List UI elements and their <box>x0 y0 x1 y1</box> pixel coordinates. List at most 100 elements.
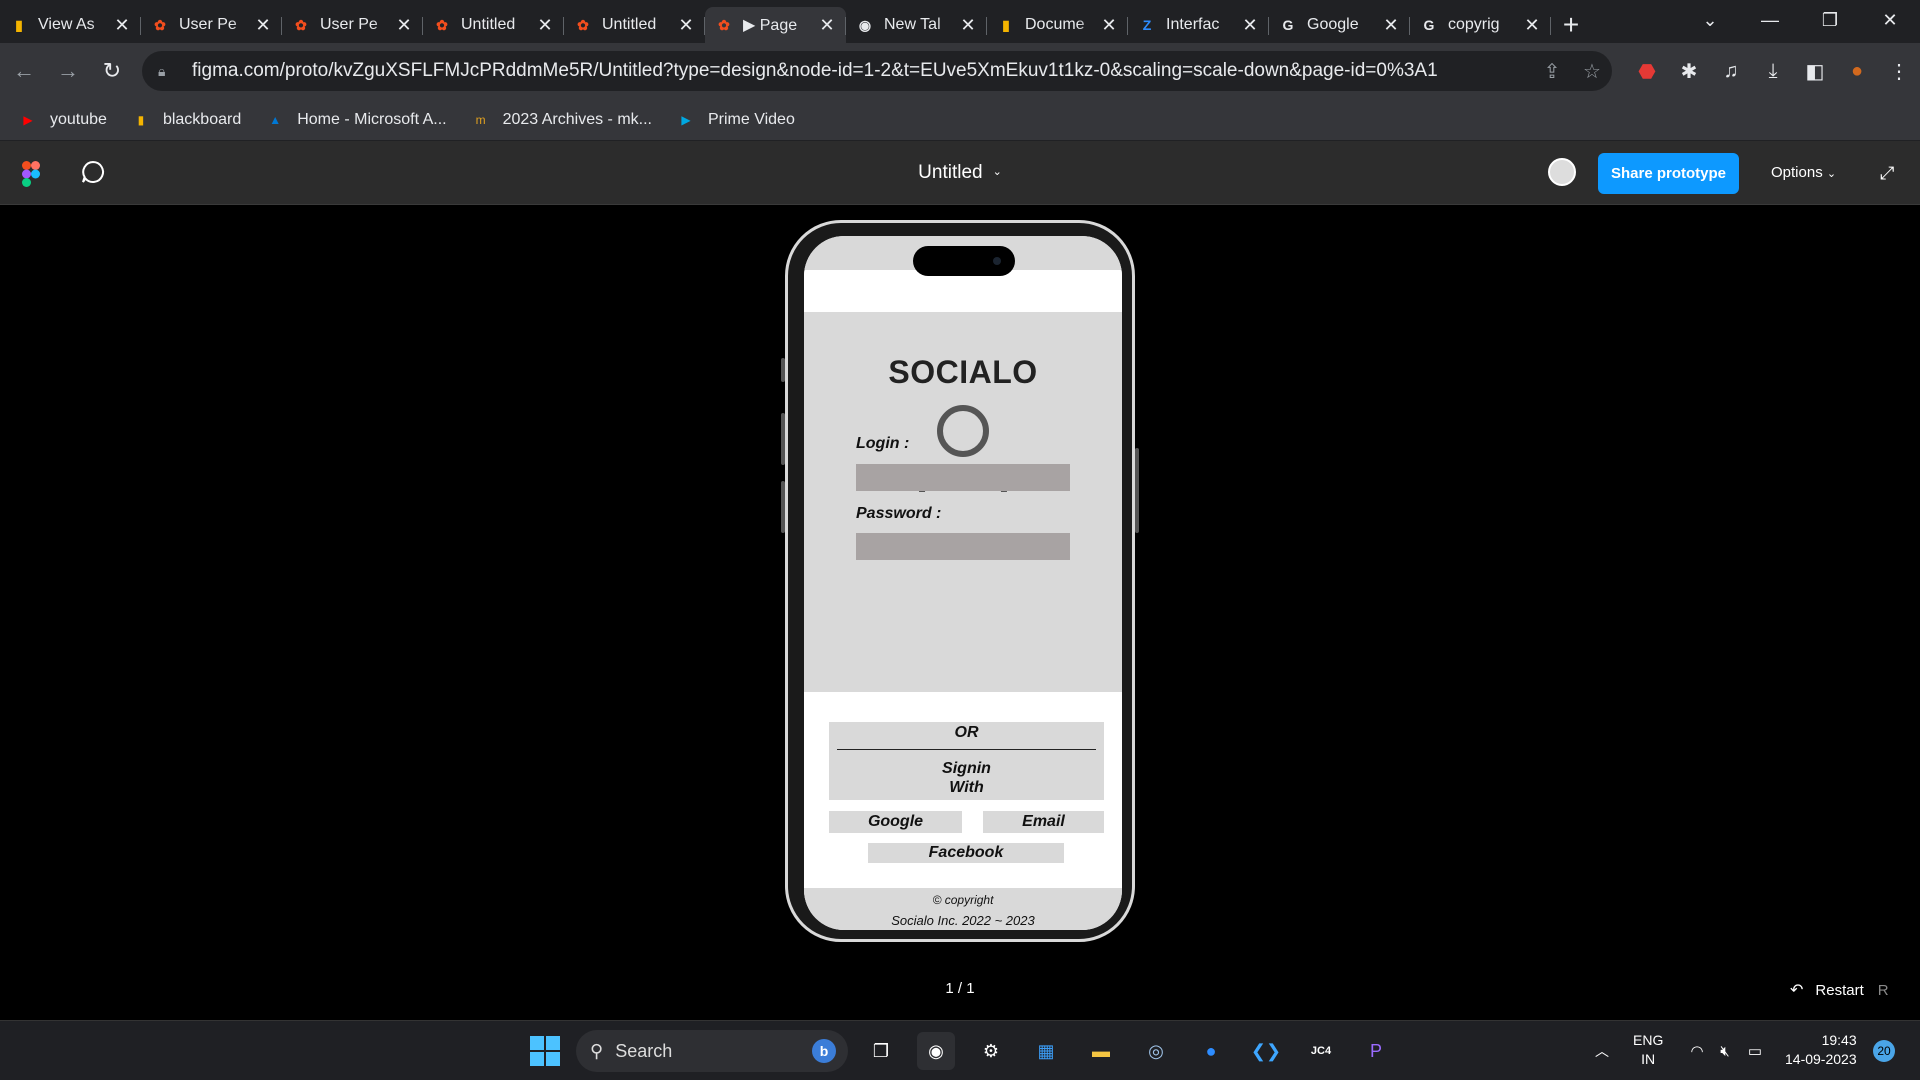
bookmark-blackboard[interactable]: ▮ blackboard <box>131 111 242 129</box>
tab-untitled-1[interactable]: ✿ Untitled ✕ <box>423 7 564 43</box>
file-explorer-icon[interactable]: ▬ <box>1082 1032 1120 1070</box>
date: 14-09-2023 <box>1785 1051 1857 1067</box>
fullscreen-icon[interactable]: ⤢ <box>1880 163 1894 184</box>
close-icon[interactable]: ✕ <box>1382 15 1400 36</box>
bookmark-youtube[interactable]: ▶ youtube <box>18 111 107 129</box>
jc4-app-icon[interactable]: JC4 <box>1302 1032 1340 1070</box>
close-icon[interactable]: ✕ <box>959 15 977 36</box>
steam-icon[interactable]: ◎ <box>1137 1032 1175 1070</box>
brand-title: SOCIALO <box>888 354 1038 390</box>
chevron-up-icon[interactable]: ︿ <box>1583 1032 1621 1070</box>
login-field[interactable] <box>856 464 1070 491</box>
figma-icon: ✿ <box>718 16 730 33</box>
tab-document[interactable]: ▮ Docume ✕ <box>987 7 1128 43</box>
lock-icon[interactable]: 🔒︎ <box>158 63 178 80</box>
side-button <box>1135 448 1139 533</box>
password-field[interactable] <box>856 533 1070 560</box>
minimize-icon[interactable]: — <box>1740 0 1800 40</box>
extensions-area: ⬣ ✱ ♫ ⤓ ◧ ● ⋮ <box>1626 51 1920 91</box>
menu-kebab-icon[interactable]: ⋮ <box>1878 59 1920 84</box>
bookmark-archives[interactable]: m 2023 Archives - mk... <box>471 111 652 129</box>
restart-arrow-icon: ↶ <box>1790 982 1804 999</box>
settings-gear-icon[interactable]: ⚙ <box>972 1032 1010 1070</box>
google-button[interactable]: Google <box>829 811 962 833</box>
adblock-icon[interactable]: ⬣ <box>1626 59 1668 84</box>
zoom-icon[interactable]: ● <box>1192 1032 1230 1070</box>
close-icon[interactable]: ✕ <box>677 15 695 36</box>
side-button <box>781 481 785 533</box>
notification-badge[interactable]: 20 <box>1873 1040 1895 1062</box>
close-icon[interactable]: ✕ <box>1523 15 1541 36</box>
share-icon[interactable]: ⇪ <box>1532 59 1572 84</box>
lang-region: IN <box>1641 1051 1656 1067</box>
side-panel-icon[interactable]: ◧ <box>1794 59 1836 84</box>
bookmark-microsoft[interactable]: ▲ Home - Microsoft A... <box>265 111 446 129</box>
close-icon[interactable]: ✕ <box>1241 15 1259 36</box>
share-prototype-button[interactable]: Share prototype <box>1598 153 1739 194</box>
tab-user-pe-2[interactable]: ✿ User Pe ✕ <box>282 7 423 43</box>
avatar[interactable] <box>1548 158 1576 186</box>
tab-title: User Pe <box>320 16 378 33</box>
prime-video-icon: ▶ <box>681 112 691 127</box>
address-bar[interactable]: 🔒︎ figma.com/proto/kvZguXSFLFMJcPRddmMe5… <box>142 51 1612 91</box>
forward-icon[interactable]: → <box>48 51 88 91</box>
task-view-icon[interactable]: ❐ <box>862 1032 900 1070</box>
battery-icon[interactable]: ▭ <box>1736 1032 1774 1070</box>
url-text[interactable]: figma.com/proto/kvZguXSFLFMJcPRddmMe5R/U… <box>192 60 1532 82</box>
new-tab-button[interactable]: + <box>1551 7 1591 43</box>
restore-icon[interactable]: ❐ <box>1800 0 1860 40</box>
side-button <box>781 413 785 465</box>
extensions-puzzle-icon[interactable]: ✱ <box>1668 59 1710 84</box>
close-icon[interactable]: ✕ <box>1100 15 1118 36</box>
microsoft-store-icon[interactable]: ▦ <box>1027 1032 1065 1070</box>
restart-shortcut: R <box>1877 981 1889 999</box>
media-control-icon[interactable]: ♫ <box>1710 60 1752 83</box>
tab-view-as[interactable]: ▮ View As ✕ <box>0 7 141 43</box>
language-indicator[interactable]: ENG IN <box>1633 1031 1663 1069</box>
tab-title: ▶ Page <box>743 17 798 34</box>
chrome-icon: ◉ <box>858 16 872 33</box>
tab-copyright[interactable]: Gcopyrig ✕ <box>1410 7 1551 43</box>
bar-chart-icon: ▮ <box>15 16 23 33</box>
close-icon[interactable]: ✕ <box>536 15 554 36</box>
tab-google[interactable]: G Google ✕ <box>1269 7 1410 43</box>
copyright-footer: © copyright Socialo Inc. 2022 ~ 2023 <box>804 888 1122 930</box>
side-button <box>781 358 785 382</box>
tab-untitled-2[interactable]: ✿ Untitled ✕ <box>564 7 705 43</box>
tab-new-tab[interactable]: ◉ New Tal ✕ <box>846 7 987 43</box>
close-icon[interactable]: ✕ <box>254 15 272 36</box>
close-icon[interactable]: ✕ <box>395 15 413 36</box>
tab-user-pe-1[interactable]: ✿ User Pe ✕ <box>141 7 282 43</box>
bookmark-prime-video[interactable]: ▶ Prime Video <box>676 111 794 129</box>
signin-line: With <box>949 779 984 796</box>
bookmark-star-icon[interactable]: ☆ <box>1572 59 1612 84</box>
windows-start-icon[interactable] <box>526 1032 564 1070</box>
clock[interactable]: 19:43 14-09-2023 <box>1785 1031 1857 1069</box>
login-panel: SOCIALO Login : Password : <box>804 312 1122 692</box>
close-icon[interactable]: ✕ <box>113 15 131 36</box>
facebook-button[interactable]: Facebook <box>868 843 1064 863</box>
search-label: Search <box>615 1040 673 1061</box>
tab-search-icon[interactable]: ⌄ <box>1680 0 1740 40</box>
email-button[interactable]: Email <box>983 811 1104 833</box>
tab-title: New Tal <box>884 16 941 33</box>
login-label: Login : <box>856 435 910 452</box>
profile-avatar-icon[interactable]: ● <box>1836 60 1878 83</box>
youtube-icon: ▶ <box>23 112 33 127</box>
taskbar-search[interactable]: ⚲ Search b <box>576 1030 848 1072</box>
download-icon[interactable]: ⤓ <box>1752 60 1794 83</box>
close-icon[interactable]: ✕ <box>818 15 836 36</box>
tab-interface[interactable]: Z Interfac ✕ <box>1128 7 1269 43</box>
close-window-icon[interactable]: ✕ <box>1860 0 1920 40</box>
picsart-icon[interactable]: P <box>1357 1032 1395 1070</box>
back-icon[interactable]: ← <box>4 51 44 91</box>
bing-icon[interactable]: b <box>812 1039 836 1063</box>
restart-button[interactable]: ↶ Restart R <box>1790 980 1889 1000</box>
chrome-taskbar-icon[interactable]: ◉ <box>917 1032 955 1070</box>
signin-with-box: OR Signin With <box>829 722 1104 800</box>
options-dropdown[interactable]: Options ⌄ <box>1771 164 1836 181</box>
tab-page-active[interactable]: ✿ ▶ Page ✕ <box>705 7 846 43</box>
windows-taskbar: ⚲ Search b ❐ ◉ ⚙ ▦ ▬ ◎ ● ❮❯ JC4 P ︿ ENG IN … <box>0 1020 1920 1080</box>
reload-icon[interactable]: ↻ <box>92 51 132 91</box>
vscode-icon[interactable]: ❮❯ <box>1247 1032 1285 1070</box>
